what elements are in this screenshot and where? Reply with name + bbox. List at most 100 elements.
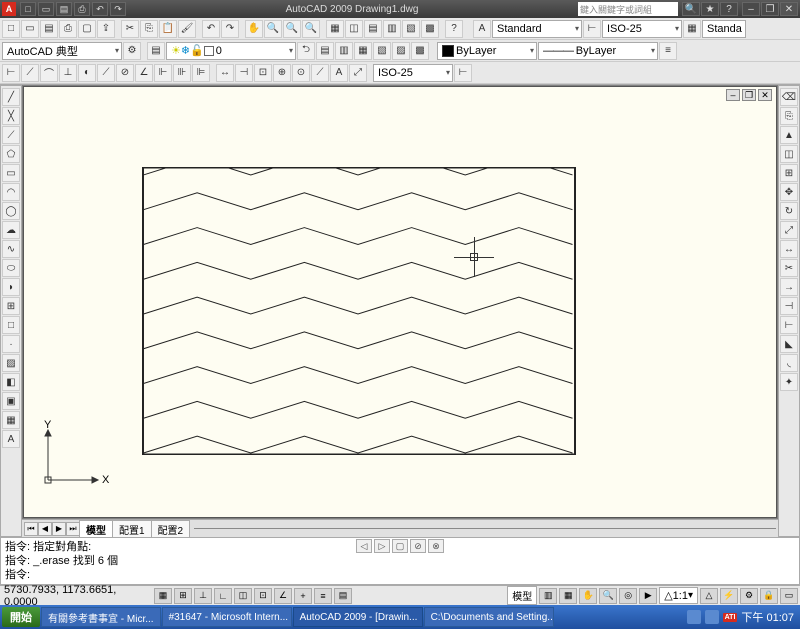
layer-iso-icon[interactable]: ▥: [335, 42, 353, 60]
qat-new-icon[interactable]: □: [20, 2, 36, 16]
arc-icon[interactable]: ◠: [2, 183, 20, 201]
tab-layout2[interactable]: 配置2: [151, 520, 191, 538]
rectangle-icon[interactable]: ▭: [2, 164, 20, 182]
mirror-icon[interactable]: ▲: [780, 126, 798, 144]
help-search-input[interactable]: 鍵入關鍵字或詞組: [578, 2, 678, 16]
scale-icon[interactable]: ⤢: [780, 221, 798, 239]
line-icon[interactable]: ╱: [2, 88, 20, 106]
taskbar-task[interactable]: AutoCAD 2009 - [Drawin...: [293, 607, 423, 627]
doc-minimize-button[interactable]: –: [726, 89, 740, 101]
plot-icon[interactable]: ⎙: [59, 20, 77, 38]
open-icon[interactable]: ▭: [21, 20, 39, 38]
qat-open-icon[interactable]: ▭: [38, 2, 54, 16]
hatch-icon[interactable]: ▨: [2, 354, 20, 372]
sheetset-icon[interactable]: ▥: [383, 20, 401, 38]
otrack-toggle[interactable]: ⊡: [254, 588, 272, 604]
dimstyle-current-dropdown[interactable]: ISO-25 ▾: [373, 64, 453, 82]
dim-break-icon[interactable]: ⊣: [235, 64, 253, 82]
nav-stop-icon[interactable]: ⊘: [410, 539, 426, 553]
mtext-icon[interactable]: A: [2, 430, 20, 448]
quickcalc-icon[interactable]: ▩: [421, 20, 439, 38]
chamfer-icon[interactable]: ◣: [780, 335, 798, 353]
taskbar-task[interactable]: 有關參考書事宜 - Micr...: [41, 607, 161, 627]
nav-rec-icon[interactable]: ▢: [392, 539, 408, 553]
layer-prev-icon[interactable]: ⮌: [297, 42, 315, 60]
makeblock-icon[interactable]: □: [2, 316, 20, 334]
explode-icon[interactable]: ✦: [780, 373, 798, 391]
dimtedit-icon[interactable]: ⤢: [349, 64, 367, 82]
doc-close-button[interactable]: ✕: [758, 89, 772, 101]
maximize-button[interactable]: ❐: [761, 2, 779, 16]
annotation-scale-dropdown[interactable]: △ 1:1▾: [659, 587, 698, 604]
close-button[interactable]: ✕: [780, 2, 798, 16]
xline-icon[interactable]: ╳: [2, 107, 20, 125]
tolerance-icon[interactable]: ⊡: [254, 64, 272, 82]
designcenter-icon[interactable]: ◫: [345, 20, 363, 38]
region-icon[interactable]: ▣: [2, 392, 20, 410]
steering-wheel-icon[interactable]: ◎: [619, 588, 637, 604]
nav-prev-icon[interactable]: ◁: [356, 539, 372, 553]
annoauto-icon[interactable]: ⚡: [720, 588, 738, 604]
tab-next-icon[interactable]: ▶: [52, 522, 66, 536]
osnap-toggle[interactable]: ◫: [234, 588, 252, 604]
minimize-button[interactable]: –: [742, 2, 760, 16]
redo-icon[interactable]: ↷: [221, 20, 239, 38]
quickview-drawings-icon[interactable]: ▦: [559, 588, 577, 604]
clean-screen-icon[interactable]: ▭: [780, 588, 798, 604]
tray-icon[interactable]: [687, 610, 701, 624]
tab-prev-icon[interactable]: ◀: [38, 522, 52, 536]
workspace-dropdown[interactable]: AutoCAD 典型 ▾: [2, 42, 122, 60]
ellipsearc-icon[interactable]: ◗: [2, 278, 20, 296]
gradient-icon[interactable]: ◧: [2, 373, 20, 391]
pan-status-icon[interactable]: ✋: [579, 588, 597, 604]
toolpalette-icon[interactable]: ▤: [364, 20, 382, 38]
rotate-icon[interactable]: ↻: [780, 202, 798, 220]
nav-play-icon[interactable]: ▷: [374, 539, 390, 553]
text-style-dropdown[interactable]: Standard ▾: [492, 20, 582, 38]
qat-undo-icon[interactable]: ↶: [92, 2, 108, 16]
model-space-button[interactable]: 模型: [507, 586, 537, 605]
workspace-switch-icon[interactable]: ⚙: [740, 588, 758, 604]
insertblock-icon[interactable]: ⊞: [2, 297, 20, 315]
layer-freeze-icon[interactable]: ▦: [354, 42, 372, 60]
ati-tray-icon[interactable]: ATI: [723, 613, 738, 622]
coordinates-display[interactable]: 5730.7933, 1173.6651, 0.0000: [2, 584, 152, 608]
offset-icon[interactable]: ◫: [780, 145, 798, 163]
showmotion-icon[interactable]: ▶: [639, 588, 657, 604]
ortho-toggle[interactable]: ⊥: [194, 588, 212, 604]
linetype-dropdown[interactable]: ——— ByLayer ▾: [538, 42, 658, 60]
dim-space-icon[interactable]: ↔: [216, 64, 234, 82]
dim-radius-icon[interactable]: ◐: [78, 64, 96, 82]
ellipse-icon[interactable]: ⬭: [2, 259, 20, 277]
start-button[interactable]: 開始: [2, 607, 40, 627]
nav-close-icon[interactable]: ⊗: [428, 539, 444, 553]
spline-icon[interactable]: ∿: [2, 240, 20, 258]
annovis-icon[interactable]: △: [700, 588, 718, 604]
join-icon[interactable]: ⊢: [780, 316, 798, 334]
layer-match-icon[interactable]: ▤: [316, 42, 334, 60]
layer-off-icon[interactable]: ▧: [373, 42, 391, 60]
qp-toggle[interactable]: ▤: [334, 588, 352, 604]
fillet-icon[interactable]: ◟: [780, 354, 798, 372]
move-icon[interactable]: ✥: [780, 183, 798, 201]
qat-redo-icon[interactable]: ↷: [110, 2, 126, 16]
dim-ordinate-icon[interactable]: ⊥: [59, 64, 77, 82]
tab-model[interactable]: 模型: [79, 520, 113, 538]
grid-toggle[interactable]: ⊞: [174, 588, 192, 604]
stretch-icon[interactable]: ↔: [780, 240, 798, 258]
help-icon[interactable]: ?: [720, 2, 738, 16]
layer-manager-icon[interactable]: ▤: [147, 42, 165, 60]
dimstyle-manager-icon[interactable]: ⊢: [454, 64, 472, 82]
dim-continue-icon[interactable]: ⊫: [192, 64, 210, 82]
dim-arc-icon[interactable]: ⌒: [40, 64, 58, 82]
inspect-icon[interactable]: ⊙: [292, 64, 310, 82]
dim-linear-icon[interactable]: ⊢: [2, 64, 20, 82]
centermark-icon[interactable]: ⊕: [273, 64, 291, 82]
app-logo-icon[interactable]: A: [2, 2, 16, 16]
dim-angular-icon[interactable]: ∠: [135, 64, 153, 82]
layer-unlock-icon[interactable]: ▩: [411, 42, 429, 60]
revcloud-icon[interactable]: ☁: [2, 221, 20, 239]
copy-obj-icon[interactable]: ⎘: [780, 107, 798, 125]
toolbar-lock-icon[interactable]: 🔒: [760, 588, 778, 604]
paste-icon[interactable]: 📋: [159, 20, 177, 38]
